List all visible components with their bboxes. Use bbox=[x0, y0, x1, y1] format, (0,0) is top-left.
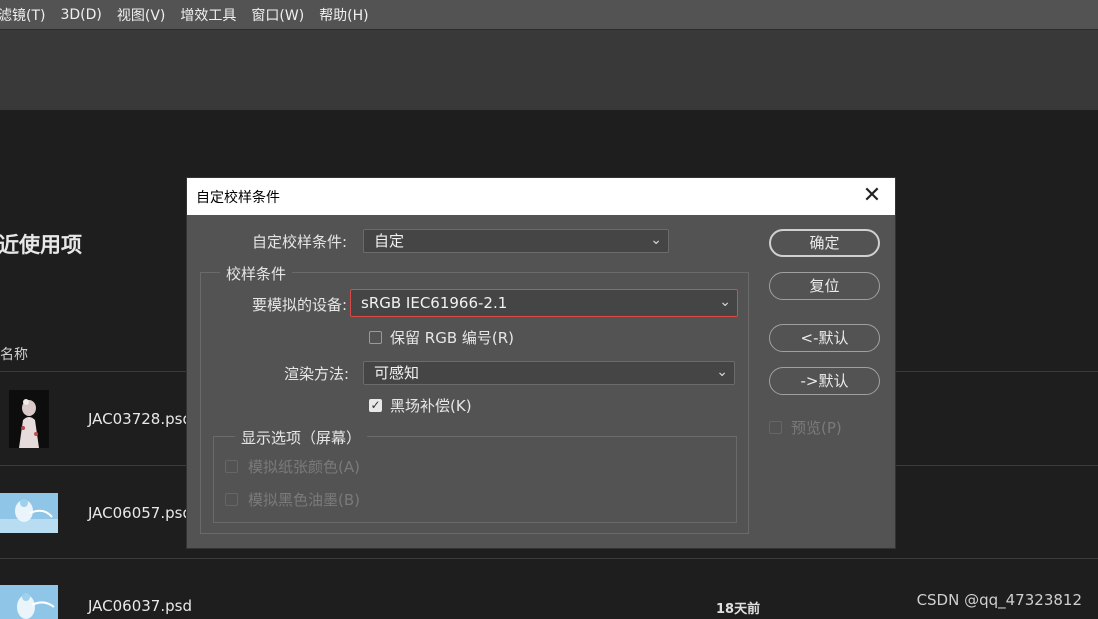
menu-filter[interactable]: 滤镜(T) bbox=[0, 5, 45, 25]
preserve-rgb-label[interactable]: 保留 RGB 编号(R) bbox=[390, 327, 514, 348]
dialog-title: 自定校样条件 bbox=[196, 190, 280, 206]
intent-select[interactable]: 可感知 ⌄ bbox=[363, 361, 735, 385]
ok-button[interactable]: 确定 bbox=[769, 229, 880, 257]
reset-button[interactable]: 复位 bbox=[769, 272, 880, 300]
device-label: 要模拟的设备: bbox=[252, 296, 348, 314]
file-name[interactable]: JAC06037.psd bbox=[88, 597, 192, 615]
watermark: CSDN @qq_47323812 bbox=[916, 591, 1082, 609]
file-date: 18天前 bbox=[716, 602, 761, 617]
preview-checkbox[interactable] bbox=[769, 421, 782, 434]
next-default-button[interactable]: ->默认 bbox=[769, 367, 880, 395]
chevron-down-icon: ⌄ bbox=[716, 364, 728, 380]
device-select[interactable]: sRGB IEC61966-2.1 ⌄ bbox=[350, 289, 738, 317]
intent-value: 可感知 bbox=[374, 364, 420, 382]
options-bar bbox=[0, 29, 1098, 111]
recent-title: 近使用项 bbox=[0, 233, 82, 257]
simulate-black-ink-label[interactable]: 模拟黑色油墨(B) bbox=[248, 489, 360, 510]
simulate-paper-color-label[interactable]: 模拟纸张颜色(A) bbox=[248, 456, 360, 477]
device-value: sRGB IEC61966-2.1 bbox=[361, 294, 508, 312]
file-thumbnail[interactable] bbox=[0, 585, 58, 619]
intent-label: 渲染方法: bbox=[284, 365, 350, 383]
dialog-titlebar[interactable]: 自定校样条件 ✕ bbox=[187, 178, 895, 215]
simulate-black-ink-checkbox[interactable] bbox=[225, 493, 238, 506]
custom-proof-condition-dialog: 自定校样条件 ✕ 自定校样条件: 自定 ⌄ 校样条件 要模拟的设备: sRGB … bbox=[187, 178, 895, 548]
condition-value: 自定 bbox=[374, 232, 405, 250]
previous-default-button[interactable]: <-默认 bbox=[769, 324, 880, 352]
black-point-compensation-label[interactable]: 黑场补偿(K) bbox=[390, 395, 472, 416]
menubar: 滤镜(T) 3D(D) 视图(V) 增效工具 窗口(W) 帮助(H) bbox=[0, 0, 1098, 29]
preserve-rgb-checkbox[interactable] bbox=[369, 331, 382, 344]
chevron-down-icon: ⌄ bbox=[650, 232, 662, 248]
menu-3d[interactable]: 3D(D) bbox=[60, 7, 101, 23]
close-icon[interactable]: ✕ bbox=[859, 183, 885, 209]
proof-conditions-legend: 校样条件 bbox=[220, 263, 293, 284]
chevron-down-icon: ⌄ bbox=[719, 294, 731, 310]
condition-select[interactable]: 自定 ⌄ bbox=[363, 229, 669, 253]
file-name[interactable]: JAC06057.psd bbox=[88, 504, 192, 522]
preview-label[interactable]: 预览(P) bbox=[791, 417, 842, 438]
menu-help[interactable]: 帮助(H) bbox=[319, 5, 368, 25]
black-point-compensation-checkbox[interactable]: ✓ bbox=[369, 399, 382, 412]
column-header-name[interactable]: 名称 bbox=[0, 344, 28, 364]
row-divider bbox=[0, 558, 1098, 559]
file-thumbnail[interactable] bbox=[9, 390, 49, 448]
menu-window[interactable]: 窗口(W) bbox=[251, 5, 304, 25]
menu-view[interactable]: 视图(V) bbox=[117, 5, 166, 25]
condition-label: 自定校样条件: bbox=[252, 233, 348, 251]
display-options-legend: 显示选项（屏幕） bbox=[235, 427, 368, 448]
menu-plugins[interactable]: 增效工具 bbox=[180, 5, 236, 25]
file-name[interactable]: JAC03728.psd bbox=[88, 410, 192, 428]
file-thumbnail[interactable] bbox=[0, 493, 58, 533]
simulate-paper-color-checkbox[interactable] bbox=[225, 460, 238, 473]
